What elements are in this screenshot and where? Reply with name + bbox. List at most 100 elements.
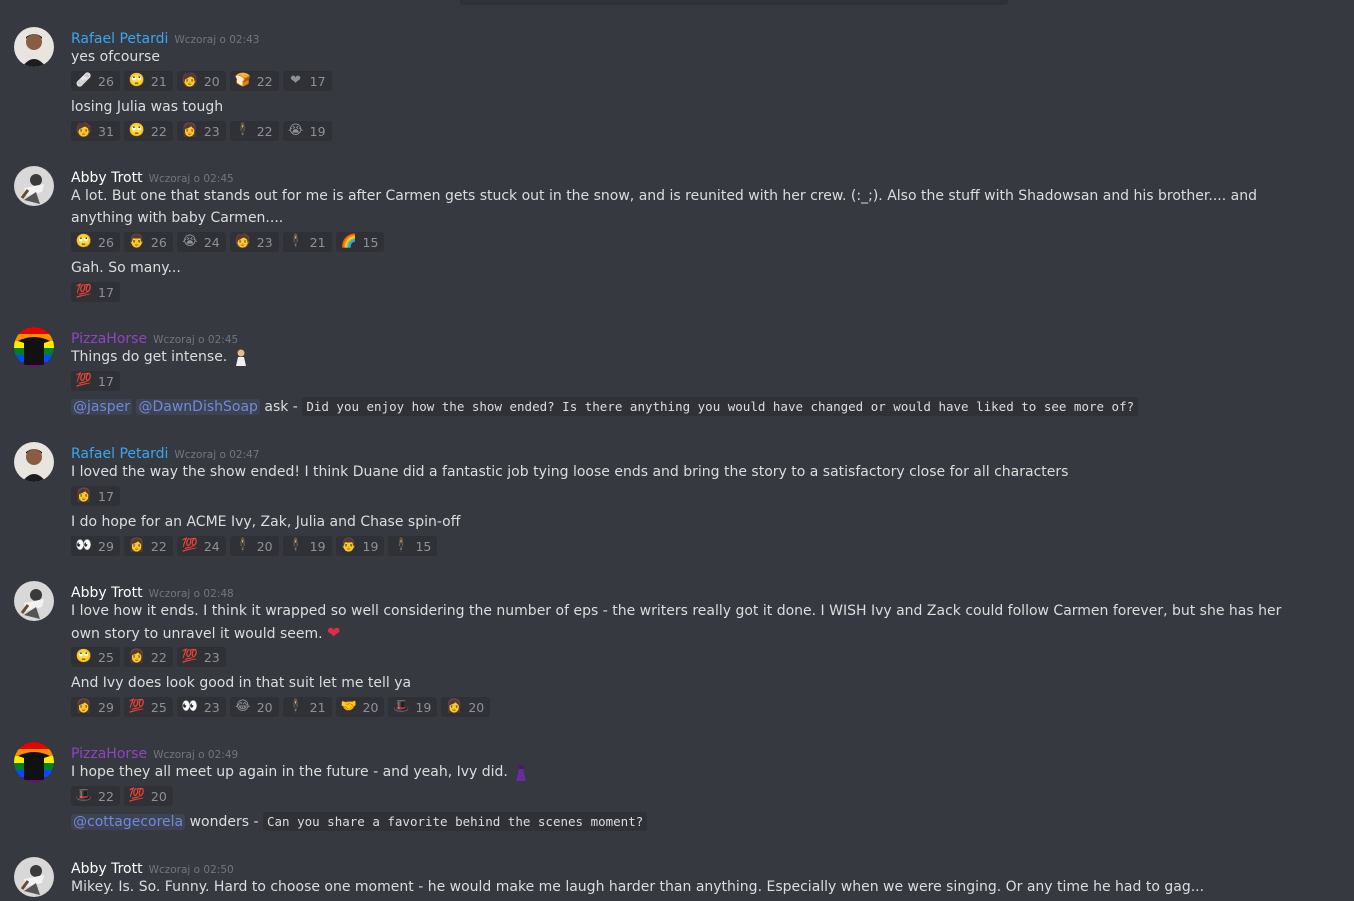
custom-woman-icon: 👩: [75, 488, 93, 503]
reaction-count: 20: [362, 699, 379, 715]
custom-face-icon: 🧑: [75, 123, 93, 138]
reaction-count: 22: [150, 123, 167, 139]
message-text: A lot. But one that stands out for me is…: [71, 188, 1257, 226]
username[interactable]: Abby Trott: [71, 585, 143, 601]
reaction-bar: 💯 17: [71, 371, 120, 391]
reaction-count: 26: [98, 234, 114, 250]
reaction-button[interactable]: 👩 29: [71, 697, 120, 717]
custom-face-icon: 🧑: [234, 234, 251, 249]
reaction-button[interactable]: 🕴 20: [229, 536, 279, 556]
reaction-count: 20: [468, 699, 485, 715]
reaction-button[interactable]: 🧑 31: [71, 121, 120, 141]
reaction-button[interactable]: 🕴 15: [388, 536, 438, 556]
reaction-button[interactable]: 👀 29: [71, 536, 120, 556]
username[interactable]: PizzaHorse: [71, 331, 147, 347]
reaction-button[interactable]: 💯 24: [176, 536, 226, 556]
username[interactable]: Abby Trott: [71, 861, 143, 877]
reaction-button[interactable]: 🕴 19: [282, 536, 332, 556]
hundred-icon: 💯: [181, 649, 198, 664]
reaction-button[interactable]: 🙄 21: [123, 71, 173, 91]
reaction-button[interactable]: 🩹 26: [71, 71, 120, 91]
reaction-button[interactable]: 🧑 23: [229, 232, 279, 252]
reaction-bar: 🎩 22 💯 20: [71, 786, 173, 806]
reaction-button[interactable]: 💯 17: [71, 371, 120, 391]
reaction-count: 19: [309, 538, 326, 554]
reaction-button[interactable]: 👨 26: [123, 232, 173, 252]
custom-woman-icon: 👩: [128, 538, 145, 553]
reaction-button[interactable]: ❤ 17: [282, 71, 332, 91]
custom-hat-icon: 🎩: [393, 699, 410, 714]
timestamp: Wczoraj o 02:45: [148, 173, 234, 185]
reaction-button[interactable]: 👩 22: [123, 536, 173, 556]
user-mention[interactable]: @jasper: [71, 399, 133, 415]
reaction-bar: 🧑 31 🙄 22 👩 23 🕴 22 😭 19: [71, 121, 332, 141]
message-text: Mikey. Is. So. Funny. Hard to choose one…: [71, 879, 1205, 895]
reaction-count: 26: [150, 234, 167, 250]
reaction-button[interactable]: 😂 20: [229, 697, 279, 717]
reaction-button[interactable]: 👩 22: [123, 647, 173, 667]
reaction-button[interactable]: 🕴 22: [229, 121, 279, 141]
reaction-button[interactable]: 🙄 25: [71, 647, 120, 667]
reaction-count: 20: [203, 73, 220, 89]
reaction-button[interactable]: 🎩 19: [388, 697, 438, 717]
reaction-button[interactable]: 🕴 21: [282, 697, 332, 717]
custom-eyes-icon: 👀: [75, 538, 93, 553]
username[interactable]: Rafael Petardi: [71, 446, 168, 462]
reaction-bar: 🙄 25 👩 22 💯 23: [71, 647, 226, 667]
avatar[interactable]: [14, 442, 54, 482]
reaction-count: 23: [203, 649, 220, 665]
reaction-count: 21: [309, 234, 326, 250]
reaction-button[interactable]: 🙄 22: [123, 121, 173, 141]
avatar[interactable]: [14, 327, 54, 367]
reaction-button[interactable]: 🌈 15: [335, 232, 385, 252]
reaction-button[interactable]: 💯 17: [71, 282, 120, 302]
reaction-button[interactable]: 🙄 26: [71, 232, 120, 252]
reaction-button[interactable]: 🤝 20: [335, 697, 385, 717]
custom-figure-icon: 🕴: [234, 538, 251, 553]
reaction-count: 19: [415, 699, 432, 715]
username[interactable]: Abby Trott: [71, 170, 143, 186]
reaction-button[interactable]: 🍞 22: [229, 71, 279, 91]
crying-face-icon: 😭: [288, 123, 304, 138]
reaction-button[interactable]: 🎩 22: [71, 786, 120, 806]
reaction-button[interactable]: 💯 25: [123, 697, 173, 717]
custom-hat-icon: 🎩: [75, 788, 93, 803]
reaction-count: 22: [256, 123, 273, 139]
reaction-button[interactable]: 👩 20: [441, 697, 491, 717]
avatar[interactable]: [14, 166, 54, 206]
reaction-button[interactable]: 👀 23: [176, 697, 226, 717]
previous-message-overflow: [0, 0, 1354, 6]
reaction-count: 22: [98, 788, 114, 804]
hundred-icon: 💯: [128, 699, 145, 714]
avatar[interactable]: [14, 742, 54, 782]
reaction-count: 25: [150, 699, 167, 715]
reaction-button[interactable]: 👩 23: [176, 121, 226, 141]
reaction-button[interactable]: 😭 19: [282, 121, 332, 141]
reaction-button[interactable]: 🧑 20: [176, 71, 226, 91]
username[interactable]: PizzaHorse: [71, 746, 147, 762]
reaction-count: 26: [98, 73, 114, 89]
custom-woman-icon: 👩: [128, 649, 145, 664]
user-mention[interactable]: @DawnDishSoap: [136, 399, 260, 415]
message-text: I do hope for an ACME Ivy, Zak, Julia an…: [71, 514, 461, 530]
timestamp: Wczoraj o 02:48: [148, 588, 234, 600]
avatar[interactable]: [14, 857, 54, 897]
reaction-button[interactable]: 😭 24: [176, 232, 226, 252]
avatar[interactable]: [14, 581, 54, 621]
reaction-count: 21: [309, 699, 326, 715]
reaction-count: 19: [362, 538, 379, 554]
reaction-button[interactable]: 👩 17: [71, 486, 120, 506]
reaction-button[interactable]: 🕴 21: [282, 232, 332, 252]
reaction-count: 22: [256, 73, 273, 89]
avatar[interactable]: [14, 27, 54, 67]
username[interactable]: Rafael Petardi: [71, 31, 168, 47]
user-mention[interactable]: @cottagecorela: [71, 814, 186, 830]
reaction-count: 29: [98, 538, 114, 554]
timestamp: Wczoraj o 02:43: [174, 34, 260, 46]
reaction-button[interactable]: 💯 23: [176, 647, 226, 667]
message-text: ask -: [264, 399, 303, 415]
reaction-button[interactable]: 👨 19: [335, 536, 385, 556]
reaction-button[interactable]: 💯 20: [123, 786, 173, 806]
reaction-count: 20: [256, 538, 273, 554]
custom-figure-icon: 🕴: [234, 123, 251, 138]
